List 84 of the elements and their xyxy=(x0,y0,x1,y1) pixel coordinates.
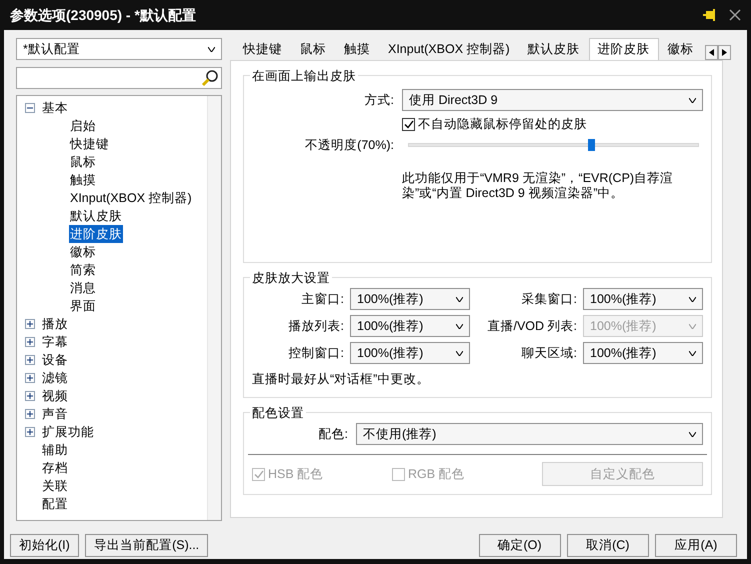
search-icon xyxy=(201,69,219,87)
expander-icon[interactable] xyxy=(25,427,35,437)
tree-item[interactable]: 辅助 xyxy=(41,440,69,460)
tree-item[interactable]: 启始 xyxy=(69,116,97,136)
field-label: 直播/VOD 列表: xyxy=(486,318,577,335)
expander-icon[interactable] xyxy=(25,391,35,401)
profile-select[interactable]: *默认配置 xyxy=(16,38,222,60)
tree-item[interactable]: 简索 xyxy=(69,260,97,280)
tree-item[interactable]: 声音 xyxy=(41,404,69,424)
tree-item[interactable]: 播放 xyxy=(41,314,69,334)
zoom-select[interactable]: 100%(推荐) xyxy=(583,288,703,310)
tab[interactable]: 徽标 xyxy=(658,38,703,58)
field-label: 播放列表: xyxy=(288,318,344,335)
tree-item[interactable]: XInput(XBOX 控制器) xyxy=(69,188,193,208)
expander-icon[interactable] xyxy=(25,337,35,347)
tree-item[interactable]: 徽标 xyxy=(69,242,97,262)
checkbox-label: RGB 配色 xyxy=(408,466,465,483)
footer-button[interactable]: 初始化(I) xyxy=(10,534,79,557)
tab[interactable]: 进阶皮肤 xyxy=(588,38,659,60)
tree-item[interactable]: 快捷键 xyxy=(69,134,110,154)
tree-item[interactable]: 触摸 xyxy=(69,170,97,190)
search-field[interactable] xyxy=(16,67,222,89)
tree-item[interactable]: 关联 xyxy=(41,476,69,496)
expander-icon[interactable] xyxy=(25,319,35,329)
field-label: 采集窗口: xyxy=(520,290,577,308)
zoom-select[interactable]: 100%(推荐) xyxy=(350,342,470,364)
tab[interactable]: 鼠标 xyxy=(291,38,335,58)
tree-item[interactable]: 视频 xyxy=(41,386,69,406)
tree-item[interactable]: 进阶皮肤 xyxy=(69,224,123,244)
tree-item[interactable]: 滤镜 xyxy=(41,368,69,388)
tree-item[interactable]: 字幕 xyxy=(41,332,69,352)
tab[interactable]: 触摸 xyxy=(335,38,379,58)
caret-icon xyxy=(689,432,696,436)
caret-icon xyxy=(689,350,696,356)
scroll-right-icon[interactable] xyxy=(718,45,731,60)
scrollbar[interactable] xyxy=(207,96,221,520)
close-icon[interactable] xyxy=(729,9,741,21)
field-label: 主窗口: xyxy=(300,290,344,308)
caret-icon xyxy=(456,350,463,356)
caret-icon xyxy=(456,296,463,302)
caret-icon xyxy=(208,46,215,52)
expander-icon[interactable] xyxy=(25,409,35,419)
caret-icon xyxy=(456,324,463,328)
info-text: 此功能仅用于“VMR9 无渲染”，“EVR(CP)自荐渲染”或“内置 Direct3D 9 视频渲染器”中。 xyxy=(402,170,674,202)
field-label: 聊天区域: xyxy=(520,344,577,362)
tab[interactable]: XInput(XBOX 控制器) xyxy=(379,38,519,58)
opacity-label: 不透明度(70%): xyxy=(304,136,395,154)
tree-item[interactable]: 界面 xyxy=(69,296,97,316)
checkbox[interactable] xyxy=(402,118,415,131)
tree-item[interactable]: 消息 xyxy=(69,278,97,298)
caret-icon xyxy=(689,98,696,103)
field-label: 控制窗口: xyxy=(288,344,344,362)
tree-item[interactable]: 默认皮肤 xyxy=(69,206,123,226)
footer-button[interactable]: 导出当前配置(S)... xyxy=(85,534,208,557)
mode-select[interactable]: 使用 Direct3D 9 xyxy=(402,89,703,112)
slider-thumb[interactable] xyxy=(588,139,596,152)
checkbox-label: HSB 配色 xyxy=(268,466,324,483)
caret-icon xyxy=(689,296,696,302)
color-select[interactable]: 不使用(推荐) xyxy=(356,423,703,445)
tree-item[interactable]: 扩展功能 xyxy=(41,422,95,442)
tree-item[interactable]: 设备 xyxy=(41,350,69,370)
pin-icon[interactable] xyxy=(702,9,716,21)
zoom-select[interactable]: 100%(推荐) xyxy=(350,315,470,337)
mode-label: 方式: xyxy=(364,92,395,109)
expander-icon[interactable] xyxy=(25,373,35,383)
expander-icon[interactable] xyxy=(25,103,35,113)
checkbox-label: 不自动隐藏鼠标停留处的皮肤 xyxy=(418,116,587,134)
color-label: 配色: xyxy=(318,426,349,443)
tree-item[interactable]: 基本 xyxy=(41,98,69,118)
footer-button[interactable]: 取消(C) xyxy=(566,534,649,557)
tree-item[interactable]: 鼠标 xyxy=(69,152,97,172)
zoom-select[interactable]: 100%(推荐) xyxy=(583,342,703,364)
window-title: 参数选项(230905) - *默认配置 xyxy=(10,6,196,25)
tab[interactable]: 默认皮肤 xyxy=(518,38,589,58)
footer-button[interactable]: 应用(A) xyxy=(655,534,737,557)
tab[interactable]: 快捷键 xyxy=(234,38,291,58)
info-text: 直播时最好从“对话框”中更改。 xyxy=(252,371,430,388)
scroll-left-icon[interactable] xyxy=(704,45,718,60)
caret-icon xyxy=(689,324,696,328)
expander-icon[interactable] xyxy=(25,355,35,365)
footer-button[interactable]: 确定(O) xyxy=(478,534,560,557)
zoom-select[interactable]: 100%(推荐) xyxy=(350,288,470,310)
tree-item[interactable]: 存档 xyxy=(41,458,69,478)
tree-item[interactable]: 配置 xyxy=(41,494,69,514)
